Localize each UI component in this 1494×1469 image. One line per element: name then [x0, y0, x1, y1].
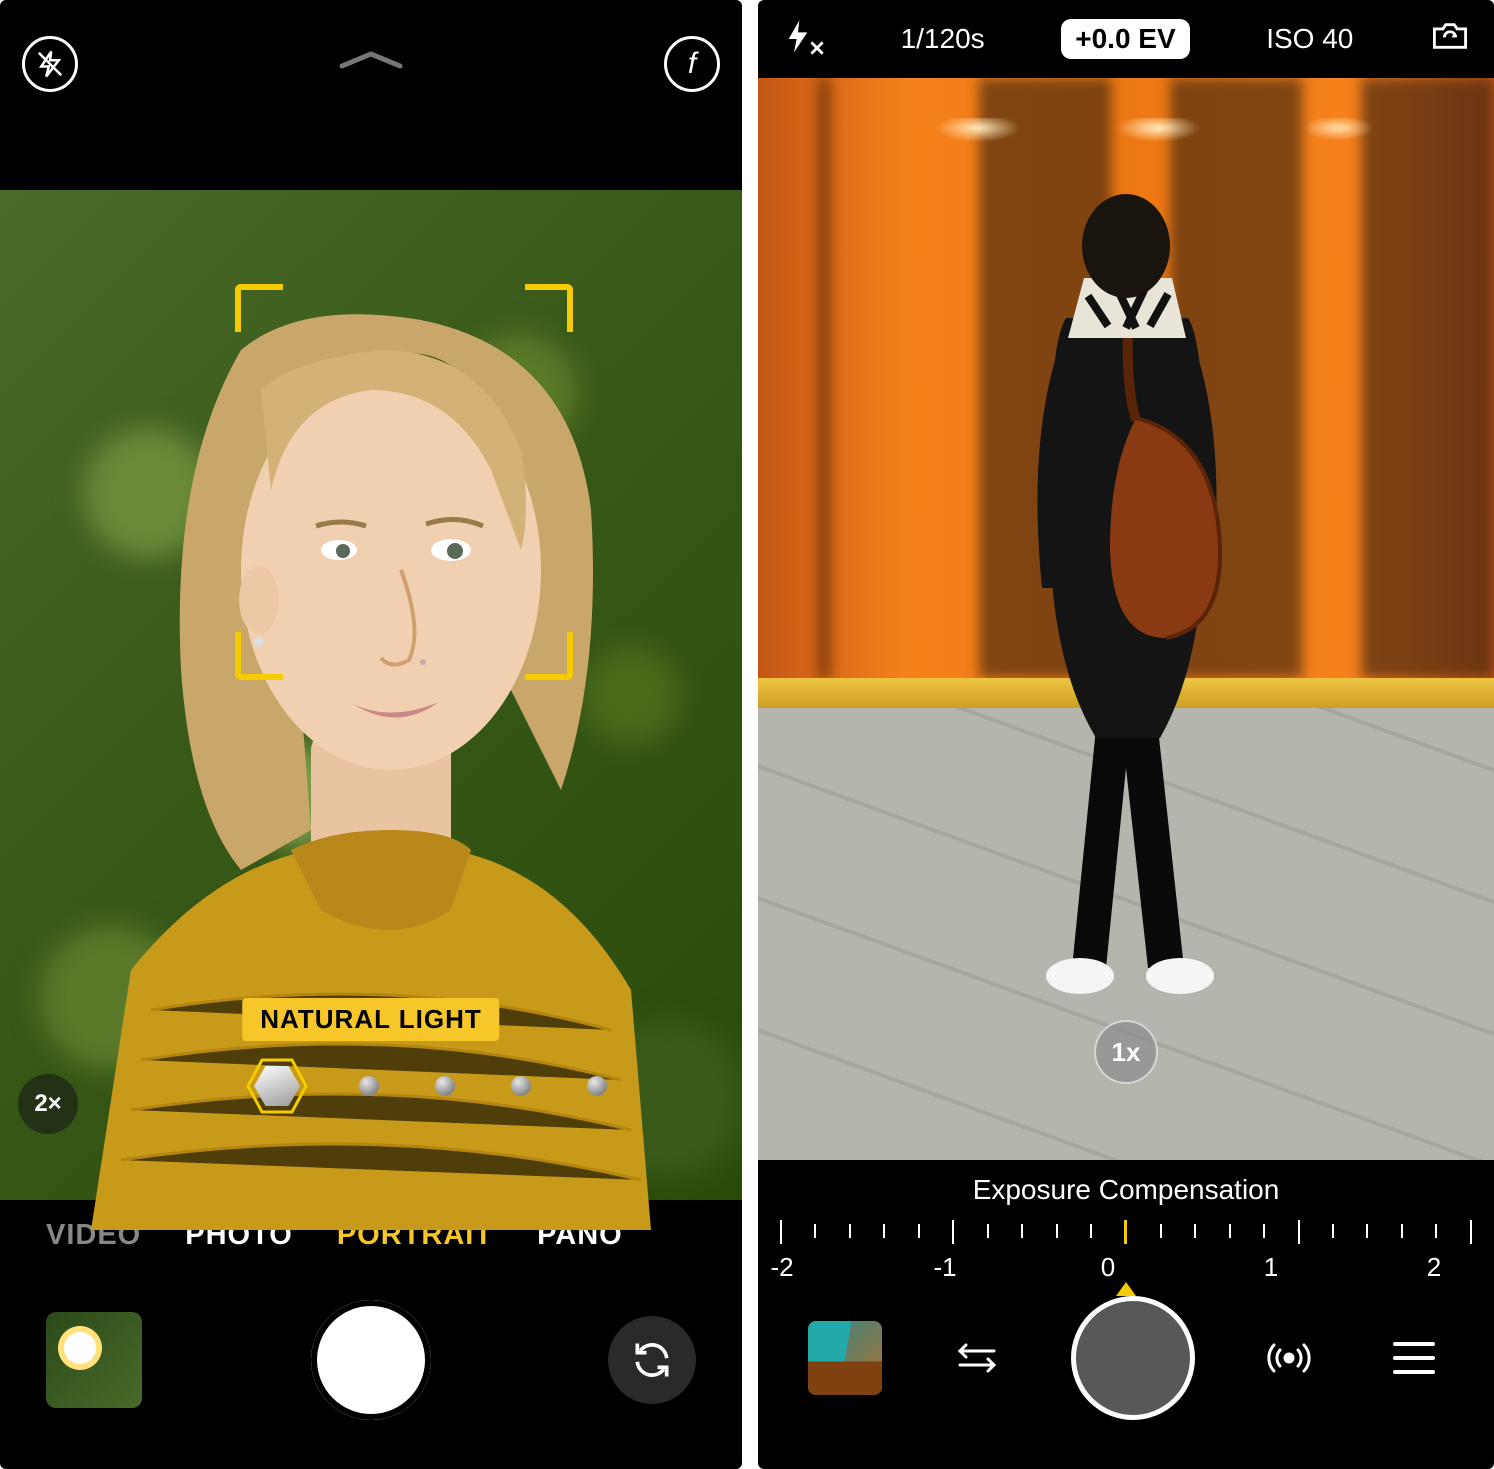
camera-flip-icon[interactable] — [1430, 19, 1470, 60]
swap-arrows-icon[interactable] — [947, 1328, 1007, 1388]
flash-off-icon[interactable] — [782, 19, 824, 59]
bottom-controls — [0, 1270, 742, 1460]
viewfinder[interactable]: 1x — [758, 78, 1494, 1160]
iso-value[interactable]: ISO 40 — [1266, 23, 1353, 55]
lighting-option-dot[interactable] — [359, 1076, 379, 1096]
top-bar: f — [0, 0, 742, 190]
bottom-panel: Exposure Compensation -2 -1 0 1 2 — [758, 1160, 1494, 1460]
ios-camera-app: f — [0, 0, 742, 1469]
scale-numbers: -2 -1 0 1 2 — [780, 1252, 1472, 1283]
zoom-level-button[interactable]: 1x — [1094, 1020, 1158, 1084]
chevron-up-icon[interactable] — [336, 48, 406, 70]
subject-preview — [976, 168, 1276, 1013]
hamburger-icon — [1393, 1342, 1435, 1374]
menu-button[interactable] — [1384, 1328, 1444, 1388]
shutter-button[interactable] — [311, 1300, 431, 1420]
lighting-option-dot[interactable] — [435, 1076, 455, 1096]
lighting-option-natural[interactable] — [251, 1060, 303, 1112]
lighting-option-dot[interactable] — [587, 1076, 607, 1096]
shutter-button[interactable] — [1071, 1296, 1195, 1420]
flash-off-button[interactable] — [22, 36, 78, 92]
bottom-controls — [758, 1288, 1494, 1428]
aperture-button[interactable]: f — [664, 36, 720, 92]
ev-value-pill[interactable]: +0.0 EV — [1061, 19, 1189, 59]
lighting-mode-badge: NATURAL LIGHT — [242, 998, 499, 1041]
exposure-scale[interactable]: -2 -1 0 1 2 — [758, 1220, 1494, 1290]
camera-flip-button[interactable] — [608, 1316, 696, 1404]
live-icon[interactable] — [1259, 1328, 1319, 1388]
exposure-compensation-label: Exposure Compensation — [758, 1174, 1494, 1206]
shutter-speed-value[interactable]: 1/120s — [901, 23, 985, 55]
pro-camera-app: 1/120s +0.0 EV ISO 40 — [758, 0, 1494, 1469]
lighting-option-dot[interactable] — [511, 1076, 531, 1096]
last-photo-thumbnail[interactable] — [808, 1321, 882, 1395]
f-stop-icon: f — [688, 47, 696, 81]
top-readout-bar: 1/120s +0.0 EV ISO 40 — [758, 0, 1494, 78]
viewfinder[interactable]: NATURAL LIGHT 2× — [0, 190, 742, 1200]
scale-ticks — [780, 1220, 1472, 1246]
face-detection-frame — [235, 284, 573, 680]
last-photo-thumbnail[interactable] — [46, 1312, 142, 1408]
portrait-lighting-picker[interactable] — [0, 1060, 742, 1112]
